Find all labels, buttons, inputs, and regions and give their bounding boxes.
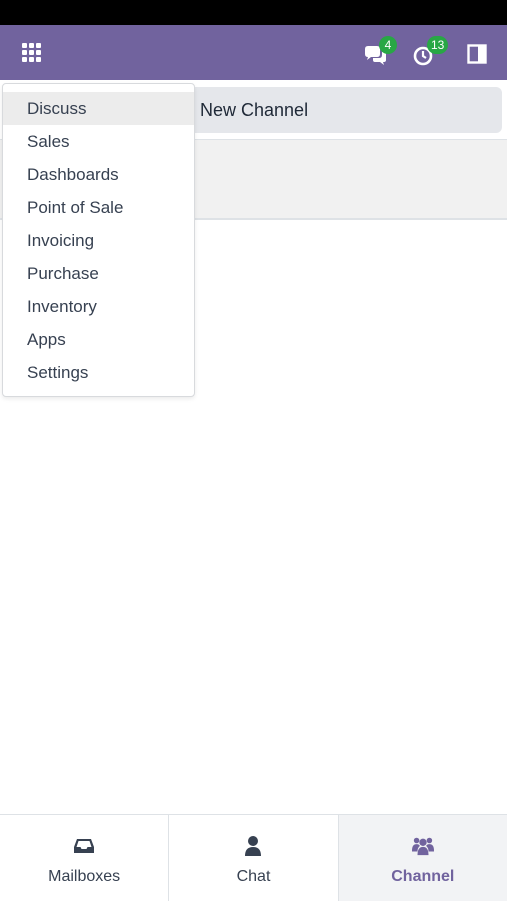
- menu-item-inventory[interactable]: Inventory: [3, 290, 194, 323]
- tab-mailboxes-label: Mailboxes: [48, 868, 121, 885]
- menu-item-point-of-sale[interactable]: Point of Sale: [3, 191, 194, 224]
- bottom-navigation: Mailboxes Chat Channel: [0, 814, 507, 901]
- tab-channel-label: Channel: [391, 868, 455, 885]
- menu-item-dashboards[interactable]: Dashboards: [3, 158, 194, 191]
- status-bar: [0, 0, 507, 25]
- apps-menu-button[interactable]: [19, 40, 45, 66]
- menu-item-apps[interactable]: Apps: [3, 323, 194, 356]
- apps-dropdown-menu: Discuss Sales Dashboards Point of Sale I…: [2, 83, 195, 397]
- menu-item-sales[interactable]: Sales: [3, 125, 194, 158]
- panel-toggle-icon: [467, 43, 487, 64]
- activities-button[interactable]: 13: [413, 35, 449, 68]
- top-navbar: 4 13: [0, 25, 507, 80]
- messages-button[interactable]: 4: [365, 35, 397, 68]
- user-icon: [245, 836, 262, 856]
- side-panel-button[interactable]: [461, 38, 491, 68]
- systray: 4 13: [365, 25, 491, 80]
- menu-item-invoicing[interactable]: Invoicing: [3, 224, 194, 257]
- activities-badge: 13: [427, 35, 449, 54]
- menu-item-purchase[interactable]: Purchase: [3, 257, 194, 290]
- tab-mailboxes[interactable]: Mailboxes: [0, 815, 170, 901]
- tab-channel[interactable]: Channel: [338, 815, 507, 901]
- menu-item-discuss[interactable]: Discuss: [3, 92, 194, 125]
- menu-item-settings[interactable]: Settings: [3, 356, 194, 389]
- tab-chat[interactable]: Chat: [169, 815, 339, 901]
- messages-badge: 4: [379, 35, 397, 54]
- users-icon: [411, 837, 434, 856]
- new-channel-button[interactable]: New Channel: [180, 87, 502, 133]
- inbox-icon: [74, 839, 95, 853]
- tab-chat-label: Chat: [236, 868, 271, 885]
